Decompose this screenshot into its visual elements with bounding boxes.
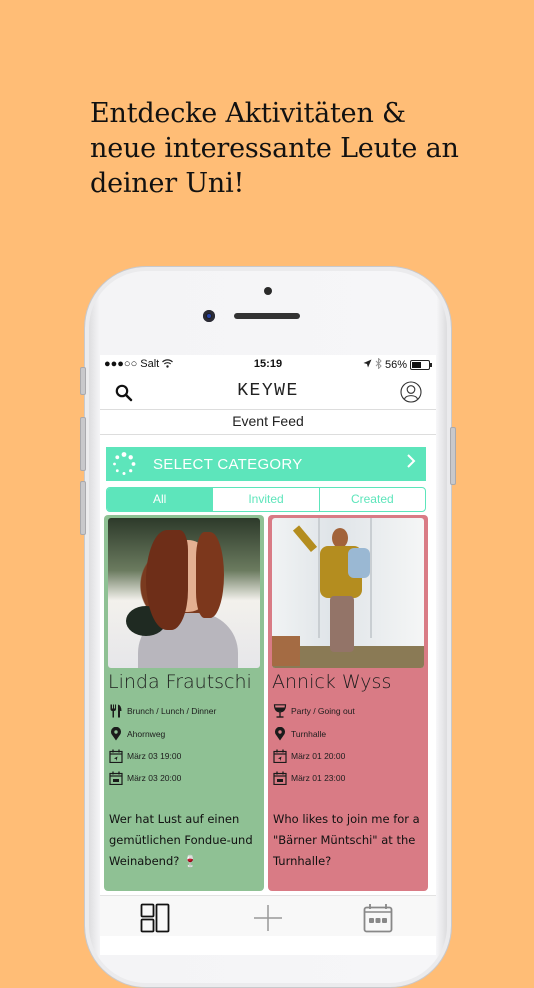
event-location-row: Turnhalle bbox=[273, 727, 326, 741]
add-icon[interactable] bbox=[253, 903, 283, 933]
app-title: KEYWE bbox=[237, 381, 299, 401]
volume-up-button bbox=[80, 417, 86, 471]
battery-fill bbox=[412, 362, 421, 368]
front-camera bbox=[203, 310, 215, 322]
event-start-row: März 01 20:00 bbox=[273, 749, 345, 763]
filter-segmented-control: All Invited Created bbox=[106, 487, 426, 512]
event-location: Ahornweg bbox=[127, 729, 166, 739]
event-category-row: Brunch / Lunch / Dinner bbox=[109, 704, 216, 718]
select-category-label: SELECT CATEGORY bbox=[153, 455, 303, 473]
profile-icon[interactable] bbox=[400, 381, 422, 403]
loading-spinner-icon bbox=[113, 452, 136, 475]
calendar-start-icon bbox=[273, 749, 287, 763]
proximity-sensor bbox=[264, 287, 272, 295]
battery-percent: 56% bbox=[384, 359, 407, 371]
nav-bar: KEYWE bbox=[100, 375, 436, 410]
page-title: Event Feed bbox=[100, 410, 436, 435]
status-bar: ●●●○○ Salt 15:19 56% bbox=[100, 355, 436, 375]
location-arrow-icon bbox=[363, 359, 372, 371]
event-end-row: März 03 20:00 bbox=[109, 771, 181, 785]
calendar-start-icon bbox=[109, 749, 123, 763]
event-photo bbox=[108, 518, 260, 668]
event-category: Brunch / Lunch / Dinner bbox=[127, 706, 217, 716]
event-start-row: März 03 19:00 bbox=[109, 749, 181, 763]
power-button bbox=[450, 427, 456, 485]
event-description: Who likes to join me for a "Bärner Münts… bbox=[273, 812, 420, 868]
chevron-right-icon bbox=[406, 453, 416, 474]
event-location: Turnhalle bbox=[291, 729, 327, 739]
headline: Entdecke Aktivitäten & neue interessante… bbox=[90, 98, 459, 199]
event-location-row: Ahornweg bbox=[109, 727, 165, 741]
volume-down-button bbox=[80, 481, 86, 535]
event-end-row: März 01 23:00 bbox=[273, 771, 345, 785]
earpiece-speaker bbox=[234, 313, 300, 319]
event-start: März 01 20:00 bbox=[291, 751, 346, 761]
segment-all[interactable]: All bbox=[107, 488, 213, 511]
map-pin-icon bbox=[111, 727, 121, 741]
event-photo bbox=[272, 518, 424, 668]
calendar-end-icon bbox=[109, 771, 123, 785]
host-name: Annick Wyss bbox=[272, 671, 392, 693]
app-screen: ●●●○○ Salt 15:19 56% KEYWE Event Feed SE… bbox=[100, 355, 436, 955]
segment-invited[interactable]: Invited bbox=[212, 488, 318, 511]
event-description: Wer hat Lust auf einen gemütlichen Fondu… bbox=[109, 812, 253, 868]
segment-created[interactable]: Created bbox=[318, 488, 425, 511]
battery-icon bbox=[410, 360, 432, 370]
event-card[interactable]: Linda Frautschi Brunch / Lunch / Dinner … bbox=[104, 515, 264, 891]
feed-icon[interactable] bbox=[140, 903, 170, 933]
host-name: Linda Frautschi bbox=[108, 671, 252, 693]
phone-frame: ●●●○○ Salt 15:19 56% KEYWE Event Feed SE… bbox=[80, 266, 456, 988]
event-feed: Linda Frautschi Brunch / Lunch / Dinner … bbox=[104, 515, 432, 891]
event-category: Party / Going out bbox=[291, 706, 355, 716]
map-pin-icon bbox=[275, 727, 285, 741]
event-start: März 03 19:00 bbox=[127, 751, 182, 761]
event-end: März 01 23:00 bbox=[291, 773, 346, 783]
cutlery-icon bbox=[110, 704, 122, 718]
select-category-button[interactable]: SELECT CATEGORY bbox=[106, 447, 426, 481]
mute-switch bbox=[80, 367, 86, 395]
calendar-end-icon bbox=[273, 771, 287, 785]
event-end: März 03 20:00 bbox=[127, 773, 182, 783]
event-category-row: Party / Going out bbox=[273, 704, 355, 718]
tab-bar bbox=[100, 895, 436, 936]
bluetooth-icon bbox=[375, 357, 382, 372]
event-card[interactable]: Annick Wyss Party / Going out Turnhalle … bbox=[268, 515, 428, 891]
wine-glass-icon bbox=[273, 704, 287, 718]
calendar-icon[interactable] bbox=[363, 903, 393, 933]
